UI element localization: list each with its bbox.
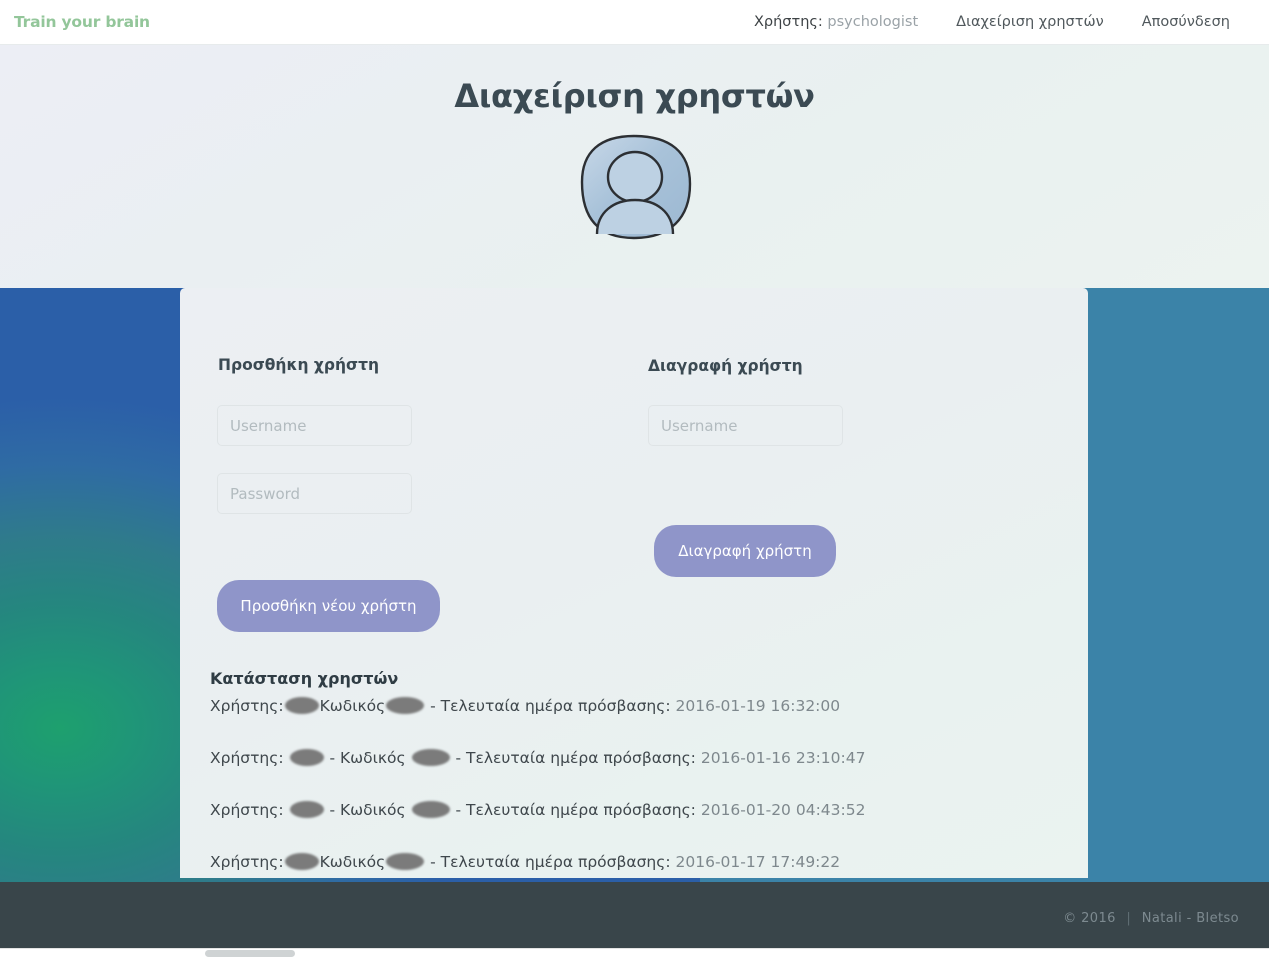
status-password-label: Κωδικός (340, 801, 406, 819)
add-user-button[interactable]: Προσθήκη νέου χρήστη (217, 580, 440, 632)
navbar-user-label: Χρήστης: (753, 14, 823, 30)
user-avatar-icon (570, 130, 700, 245)
redacted-password (411, 749, 450, 766)
delete-username-input[interactable] (648, 405, 843, 446)
redacted-password (386, 697, 425, 714)
brand-logo[interactable]: Train your brain (14, 13, 150, 31)
top-navbar: Train your brain Χρήστης: psychologist Δ… (0, 0, 1269, 45)
status-password-label: Κωδικός (319, 853, 386, 871)
redacted-username (284, 853, 319, 870)
status-user-label: Χρήστης: (210, 853, 284, 871)
status-last-access-label: - Τελευταία ημέρα πρόσβασης: (455, 749, 696, 767)
delete-user-button[interactable]: Διαγραφή χρήστη (654, 525, 836, 577)
user-status-row: Χρήστης: - Κωδικός - Τελευταία ημέρα πρό… (210, 796, 1060, 848)
footer-credits: © 2016 | Natali - Bletso (1063, 911, 1239, 926)
user-status-row: Χρήστης: - Κωδικός - Τελευταία ημέρα πρό… (210, 744, 1060, 796)
redacted-password (411, 801, 450, 818)
status-last-access-label: - Τελευταία ημέρα πρόσβασης: (430, 853, 671, 871)
status-last-access-value: 2016-01-20 04:43:52 (700, 801, 866, 819)
footer-separator: | (1126, 911, 1132, 926)
add-password-input[interactable] (217, 473, 412, 514)
user-status-row: Χρήστης: Κωδικός - Τελευταία ημέρα πρόσβα… (210, 692, 1060, 744)
footer-author: Natali - Bletso (1141, 911, 1239, 926)
status-last-access-value: 2016-01-17 17:49:22 (675, 853, 841, 871)
status-user-label: Χρήστης: (210, 697, 284, 715)
delete-user-heading: Διαγραφή χρήστη (648, 357, 803, 375)
page-footer: © 2016 | Natali - Bletso (0, 882, 1269, 952)
hero-section: Διαχείριση χρηστών (0, 45, 1269, 288)
redacted-username (289, 749, 324, 766)
nav-link-logout[interactable]: Αποσύνδεση (1123, 14, 1249, 30)
status-user-label: Χρήστης: (210, 801, 284, 819)
status-password-label: Κωδικός (340, 749, 406, 767)
horizontal-scrollbar-thumb[interactable] (205, 950, 295, 957)
page-root: Train your brain Χρήστης: psychologist Δ… (0, 0, 1269, 959)
nav-link-manage-users[interactable]: Διαχείριση χρηστών (937, 14, 1123, 30)
status-user-label: Χρήστης: (210, 749, 284, 767)
main-card: Προσθήκη χρήστη Προσθήκη νέου χρήστη Δια… (180, 288, 1088, 878)
status-last-access-label: - Τελευταία ημέρα πρόσβασης: (455, 801, 696, 819)
navbar-current-user: Χρήστης: psychologist (735, 14, 937, 30)
status-dash-1: - (329, 801, 336, 819)
redacted-username (289, 801, 324, 818)
add-username-input[interactable] (217, 405, 412, 446)
user-status-list: Χρήστης: Κωδικός - Τελευταία ημέρα πρόσβα… (210, 692, 1060, 878)
page-title: Διαχείριση χρηστών (454, 77, 815, 115)
status-heading: Κατάσταση χρηστών (210, 669, 399, 688)
horizontal-scrollbar-track[interactable] (0, 948, 1269, 959)
user-status-row: Χρήστης: Κωδικός - Τελευταία ημέρα πρόσβα… (210, 848, 1060, 878)
status-last-access-value: 2016-01-16 23:10:47 (700, 749, 866, 767)
add-user-heading: Προσθήκη χρήστη (218, 356, 380, 374)
footer-copyright: © 2016 (1063, 911, 1116, 926)
status-last-access-value: 2016-01-19 16:32:00 (675, 697, 841, 715)
status-last-access-label: - Τελευταία ημέρα πρόσβασης: (430, 697, 671, 715)
status-password-label: Κωδικός (319, 697, 386, 715)
navbar-links: Χρήστης: psychologist Διαχείριση χρηστών… (735, 14, 1249, 30)
redacted-password (386, 853, 425, 870)
status-dash-1: - (329, 749, 336, 767)
navbar-user-value: psychologist (827, 14, 919, 30)
redacted-username (284, 697, 319, 714)
